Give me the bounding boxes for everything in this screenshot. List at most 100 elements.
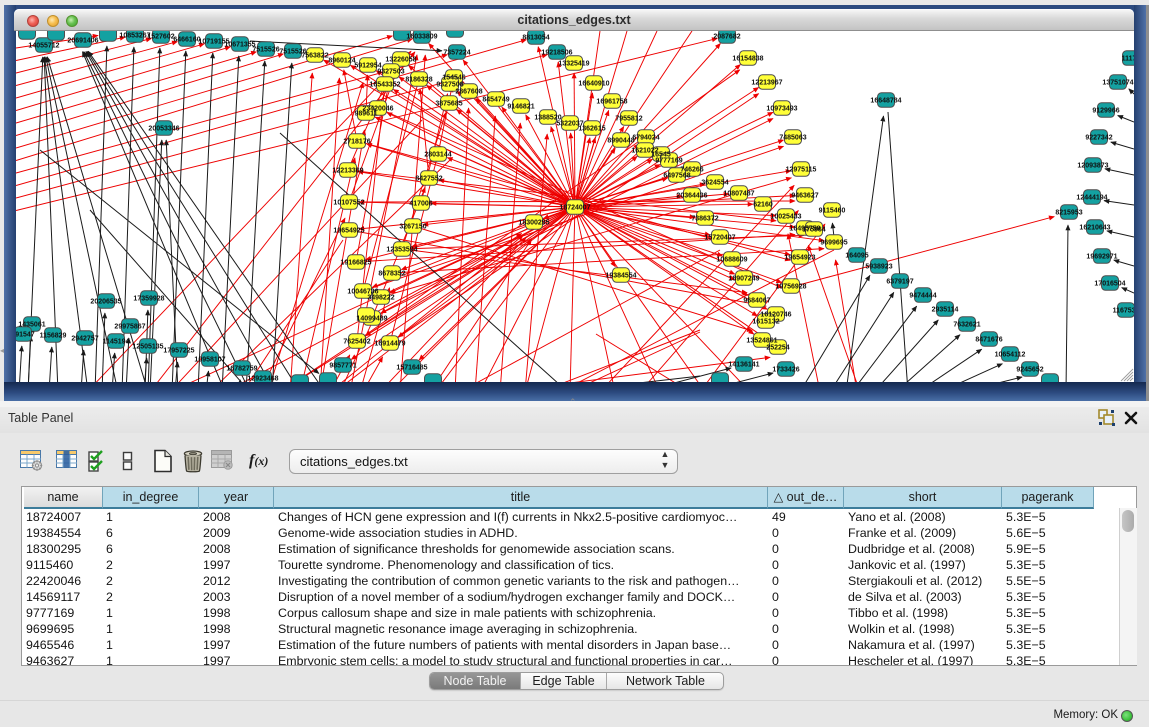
svg-text:18907249: 18907249 [728,276,759,283]
svg-text:14099489: 14099489 [356,316,387,323]
svg-text:10688609: 10688609 [716,257,747,264]
svg-text:17016504: 17016504 [1094,281,1125,288]
svg-text:13751074: 13751074 [1102,80,1133,87]
svg-text:417006: 417006 [409,201,432,208]
svg-text:164095: 164095 [845,253,868,260]
svg-text:16648784: 16648784 [870,98,901,105]
svg-text:252254: 252254 [766,345,789,352]
svg-text:175964: 175964 [802,227,825,234]
svg-text:11172: 11172 [1122,56,1134,63]
svg-text:17957225: 17957225 [163,348,194,355]
svg-text:12213967: 12213967 [751,80,782,87]
svg-text:9245652: 9245652 [1016,367,1043,374]
svg-text:9684067: 9684067 [743,298,770,305]
svg-text:10654112: 10654112 [995,352,1026,359]
svg-text:9146821: 9146821 [507,104,534,111]
svg-text:20206535: 20206535 [90,299,121,306]
svg-text:8990448: 8990448 [607,138,634,145]
svg-text:8471676: 8471676 [975,337,1002,344]
svg-text:16914479: 16914479 [374,341,405,348]
svg-text:9327508: 9327508 [436,82,463,89]
svg-text:12975115: 12975115 [786,167,817,174]
svg-text:8960124: 8960124 [328,58,355,65]
svg-text:15720407: 15720407 [704,235,735,242]
svg-text:16210643: 16210643 [1079,225,1110,232]
svg-text:9857771: 9857771 [329,363,356,370]
svg-text:12093873: 12093873 [1077,163,1108,170]
svg-text:1167533: 1167533 [1113,308,1134,315]
svg-text:19166825: 19166825 [340,260,371,267]
svg-text:2718176: 2718176 [343,139,370,146]
svg-text:16961758: 16961758 [596,99,627,106]
svg-text:20053346: 20053346 [148,126,179,133]
svg-text:8454749: 8454749 [482,97,509,104]
svg-text:12923468: 12923468 [247,376,278,383]
svg-text:12444194: 12444194 [1076,195,1107,202]
svg-text:1527602: 1527602 [147,34,174,41]
svg-text:6466160: 6466160 [173,37,200,44]
svg-text:8215953: 8215953 [1055,210,1082,217]
svg-text:7625402: 7625402 [343,339,370,346]
svg-text:3267150: 3267150 [399,224,426,231]
svg-text:12353594: 12353594 [386,247,417,254]
svg-text:5938923: 5938923 [865,264,892,271]
svg-text:989611: 989611 [355,111,378,118]
svg-text:15716485: 15716485 [396,365,427,372]
svg-text:7386372: 7386372 [691,216,718,223]
svg-text:18724007: 18724007 [559,205,590,212]
svg-text:16640910: 16640910 [578,81,609,88]
svg-text:29975867: 29975867 [114,324,145,331]
svg-text:13226058: 13226058 [385,57,416,64]
svg-text:8678352: 8678352 [378,271,405,278]
svg-text:12213369: 12213369 [332,168,363,175]
svg-text:9327503: 9327503 [377,69,404,76]
svg-text:2867608: 2867608 [455,89,482,96]
svg-text:7955812: 7955812 [615,116,642,123]
svg-text:1435061: 1435061 [18,322,45,329]
svg-text:18300295: 18300295 [518,220,549,227]
svg-text:20691406: 20691406 [67,38,98,45]
svg-text:3624554: 3624554 [701,180,728,187]
svg-text:20364436: 20364436 [676,193,707,200]
svg-text:2942757: 2942757 [71,336,98,343]
svg-text:2935114: 2935114 [932,307,959,314]
svg-text:7515526: 7515526 [252,47,279,54]
svg-text:9227342: 9227342 [1085,135,1112,142]
svg-text:17359928: 17359928 [133,296,164,303]
svg-text:9474444: 9474444 [909,293,936,300]
svg-text:8427552: 8427552 [415,176,442,183]
svg-text:9463627: 9463627 [791,193,818,200]
svg-text:62160: 62160 [753,202,773,209]
svg-text:10807487: 10807487 [723,191,754,198]
svg-text:391547: 391547 [16,332,35,339]
svg-text:7632621: 7632621 [953,322,980,329]
svg-text:1362615: 1362615 [578,126,605,133]
svg-text:7357224: 7357224 [443,50,470,57]
svg-text:19756928: 19756928 [775,284,806,291]
svg-text:9129966: 9129966 [1092,108,1119,115]
svg-text:1615132: 1615132 [752,319,779,326]
svg-text:19654923: 19654923 [784,255,815,262]
svg-text:14136141: 14136141 [728,362,759,369]
svg-text:14055712: 14055712 [28,43,59,50]
svg-text:16033809: 16033809 [406,34,437,41]
svg-text:13325419: 13325419 [558,61,589,68]
svg-text:13524861: 13524861 [746,338,777,345]
svg-text:19384554: 19384554 [605,273,636,280]
svg-text:9115460: 9115460 [819,208,846,215]
svg-text:1145194: 1145194 [103,339,130,346]
svg-text:10107552: 10107552 [333,200,364,207]
svg-text:9777169: 9777169 [655,158,682,165]
svg-text:2803144: 2803144 [424,152,451,159]
svg-text:16543352: 16543352 [369,82,400,89]
svg-text:10853267: 10853267 [119,33,150,40]
svg-text:10025433: 10025433 [770,214,801,221]
svg-text:7485063: 7485063 [779,135,806,142]
svg-text:2087682: 2087682 [713,34,740,41]
svg-text:10958107: 10958107 [194,357,225,364]
svg-text:1156829: 1156829 [40,333,67,340]
svg-text:19654925: 19654925 [333,228,364,235]
svg-text:8813054: 8813054 [522,35,549,42]
svg-text:3498222: 3498222 [367,295,394,302]
svg-text:16154838: 16154838 [732,56,763,63]
